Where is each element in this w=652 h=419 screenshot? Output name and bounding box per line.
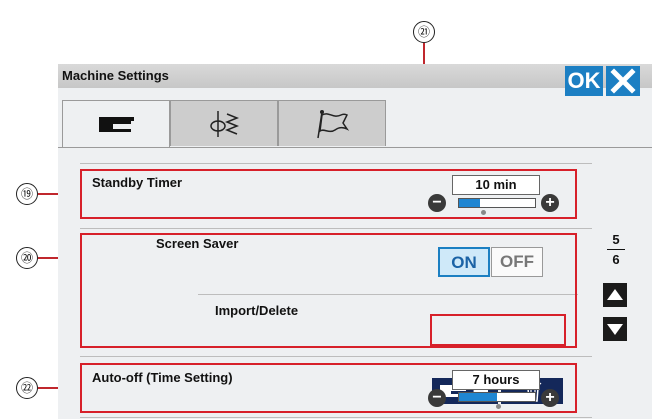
tab-machine[interactable] (62, 100, 170, 148)
callout-19-box (80, 169, 577, 219)
page-title: Machine Settings (62, 68, 169, 83)
tab-strip-divider (58, 147, 652, 148)
stitch-needle-icon (210, 111, 240, 137)
page-down-button[interactable] (603, 317, 627, 341)
arrow-down-icon (607, 324, 623, 335)
callout-21: ㉑ (413, 21, 435, 43)
callout-21-box (430, 314, 566, 346)
close-icon (610, 68, 636, 94)
page-up-button[interactable] (603, 283, 627, 307)
section-divider-top (80, 163, 592, 164)
title-bar: Machine Settings (58, 64, 652, 88)
callout-22-box (80, 363, 577, 413)
arrow-up-icon (607, 289, 623, 300)
tab-stitch[interactable] (170, 100, 278, 146)
ok-button[interactable]: OK (565, 66, 603, 96)
callout-22: ㉒ (16, 377, 38, 399)
section-divider-2 (80, 228, 592, 229)
flag-icon (317, 110, 350, 139)
callout-19: ⑲ (16, 183, 38, 205)
machine-icon (99, 117, 134, 132)
page-current: 5 (612, 232, 620, 247)
callout-20: ⑳ (16, 247, 38, 269)
section-divider-3 (80, 356, 592, 357)
section-divider-bottom (80, 417, 592, 418)
tab-language[interactable] (278, 100, 386, 146)
close-button[interactable] (606, 66, 640, 96)
page-total: 6 (612, 252, 620, 267)
page-fraction-bar (607, 249, 625, 250)
